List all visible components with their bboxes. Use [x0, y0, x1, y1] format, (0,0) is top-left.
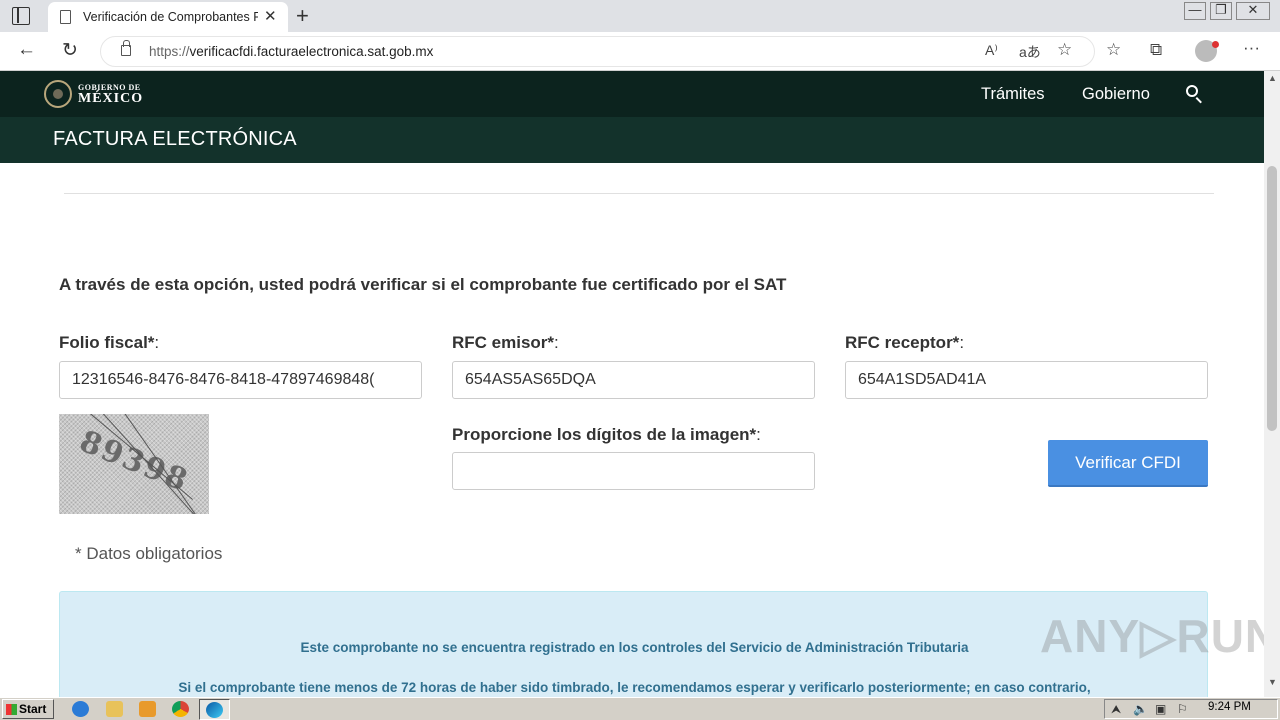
scroll-up-arrow-icon[interactable]: ▲	[1268, 73, 1277, 83]
scroll-thumb[interactable]	[1267, 166, 1277, 431]
gov-logo-bottom-text[interactable]: MÉXICO	[78, 91, 143, 107]
minimize-button[interactable]: —	[1184, 2, 1206, 20]
url-text[interactable]: https://verificacfdi.facturaelectronica.…	[149, 44, 433, 59]
emisor-label: RFC emisor*:	[452, 333, 559, 353]
lock-icon[interactable]	[121, 40, 131, 56]
reload-button[interactable]: ↻	[62, 39, 78, 62]
browser-tab-bar: Verificación de Comprobantes Fi ✕ + — ❐ …	[0, 0, 1280, 32]
captcha-label-colon: :	[756, 425, 761, 444]
folio-label: Folio fiscal*:	[59, 333, 159, 353]
tab-title: Verificación de Comprobantes Fi	[83, 10, 258, 24]
rfc-emisor-input[interactable]: 654AS5AS65DQA	[452, 361, 815, 399]
alert-box: Este comprobante no se encuentra registr…	[59, 591, 1208, 697]
media-player-icon[interactable]	[139, 701, 156, 717]
network-icon[interactable]: ▣	[1155, 702, 1166, 716]
alert-recommendation: Si el comprobante tiene menos de 72 hora…	[178, 680, 1091, 695]
start-label: Start	[19, 702, 47, 716]
verify-cfdi-button[interactable]: Verificar CFDI	[1048, 440, 1208, 487]
page-title[interactable]: FACTURA ELECTRÓNICA	[53, 128, 297, 151]
close-window-button[interactable]: ✕	[1236, 2, 1270, 20]
action-center-flag-icon[interactable]: ⚐	[1177, 702, 1188, 716]
favorites-icon[interactable]: ☆	[1106, 40, 1121, 60]
anyrun-watermark: ANY▷RUN	[1040, 610, 1264, 662]
receptor-label: RFC receptor*:	[845, 333, 964, 353]
maximize-button[interactable]: ❐	[1210, 2, 1232, 20]
read-aloud-icon[interactable]: A⁾	[985, 42, 998, 59]
start-button[interactable]: Start	[2, 699, 54, 719]
volume-icon[interactable]: 🔈	[1133, 702, 1148, 716]
profile-status-dot	[1212, 41, 1219, 48]
rfc-receptor-input[interactable]: 654A1SD5AD41A	[845, 361, 1208, 399]
close-tab-icon[interactable]: ✕	[264, 7, 277, 25]
nav-tramites[interactable]: Trámites	[981, 85, 1045, 104]
internet-explorer-icon[interactable]	[72, 701, 89, 717]
clock[interactable]: 9:24 PM	[1208, 701, 1251, 713]
captcha-label-text: Proporcione los dígitos de la imagen*	[452, 425, 757, 444]
back-button[interactable]: ←	[17, 39, 36, 61]
browser-toolbar: ← ↻ https://verificacfdi.facturaelectron…	[0, 32, 1280, 71]
captcha-input[interactable]	[452, 452, 815, 490]
gov-header: GOBIERNO DE MÉXICO Trámites Gobierno	[0, 71, 1264, 117]
receptor-label-text: RFC receptor*	[845, 333, 960, 352]
browser-tab[interactable]: Verificación de Comprobantes Fi ✕	[48, 2, 288, 32]
windows-logo-icon	[6, 704, 17, 715]
tab-actions-icon[interactable]	[12, 7, 30, 25]
edge-icon	[206, 702, 223, 718]
url-protocol: https://	[149, 44, 190, 59]
new-tab-button[interactable]: +	[296, 3, 309, 29]
receptor-label-colon: :	[959, 333, 965, 352]
emisor-label-colon: :	[554, 333, 559, 352]
system-tray: ⮝ 🔈 ▣ ⚐	[1104, 699, 1278, 719]
gov-seal-logo[interactable]	[44, 80, 72, 108]
chrome-icon[interactable]	[172, 701, 189, 717]
page-icon	[60, 10, 71, 24]
translate-icon[interactable]: aあ	[1019, 42, 1041, 62]
edge-taskbar-button[interactable]	[199, 699, 230, 720]
more-options-icon[interactable]: ···	[1243, 38, 1260, 58]
intro-text: A través de esta opción, usted podrá ver…	[59, 275, 787, 294]
scroll-down-arrow-icon[interactable]: ▼	[1268, 677, 1277, 687]
required-note: * Datos obligatorios	[75, 544, 223, 563]
url-host: verificacfdi.facturaelectronica.sat.gob.…	[189, 44, 434, 59]
nav-gobierno[interactable]: Gobierno	[1082, 85, 1150, 104]
search-icon[interactable]	[1186, 85, 1198, 97]
page-scrollbar[interactable]: ▲ ▼	[1264, 71, 1280, 697]
alert-message: Este comprobante no se encuentra registr…	[300, 640, 969, 655]
taskbar: Start ⮝ 🔈 ▣ ⚐ 9:24 PM	[0, 697, 1280, 720]
add-favorite-icon[interactable]: ☆	[1057, 40, 1072, 60]
address-bar[interactable]: https://verificacfdi.facturaelectronica.…	[100, 36, 1095, 67]
folio-label-colon: :	[154, 333, 160, 352]
emisor-label-text: RFC emisor*	[452, 333, 555, 352]
tray-expand-icon[interactable]: ⮝	[1111, 702, 1121, 717]
folio-fiscal-input[interactable]: 12316546-8476-8476-8418-47897469848(	[59, 361, 422, 399]
sub-header: FACTURA ELECTRÓNICA	[0, 117, 1264, 163]
collections-icon[interactable]: ⧉	[1150, 40, 1162, 60]
web-page: GOBIERNO DE MÉXICO Trámites Gobierno FAC…	[0, 71, 1264, 697]
divider	[64, 193, 1214, 194]
captcha-label: Proporcione los dígitos de la imagen*:	[452, 425, 761, 445]
captcha-image: 89398	[59, 414, 209, 514]
folio-label-text: Folio fiscal*	[59, 333, 155, 352]
file-explorer-icon[interactable]	[106, 701, 123, 717]
